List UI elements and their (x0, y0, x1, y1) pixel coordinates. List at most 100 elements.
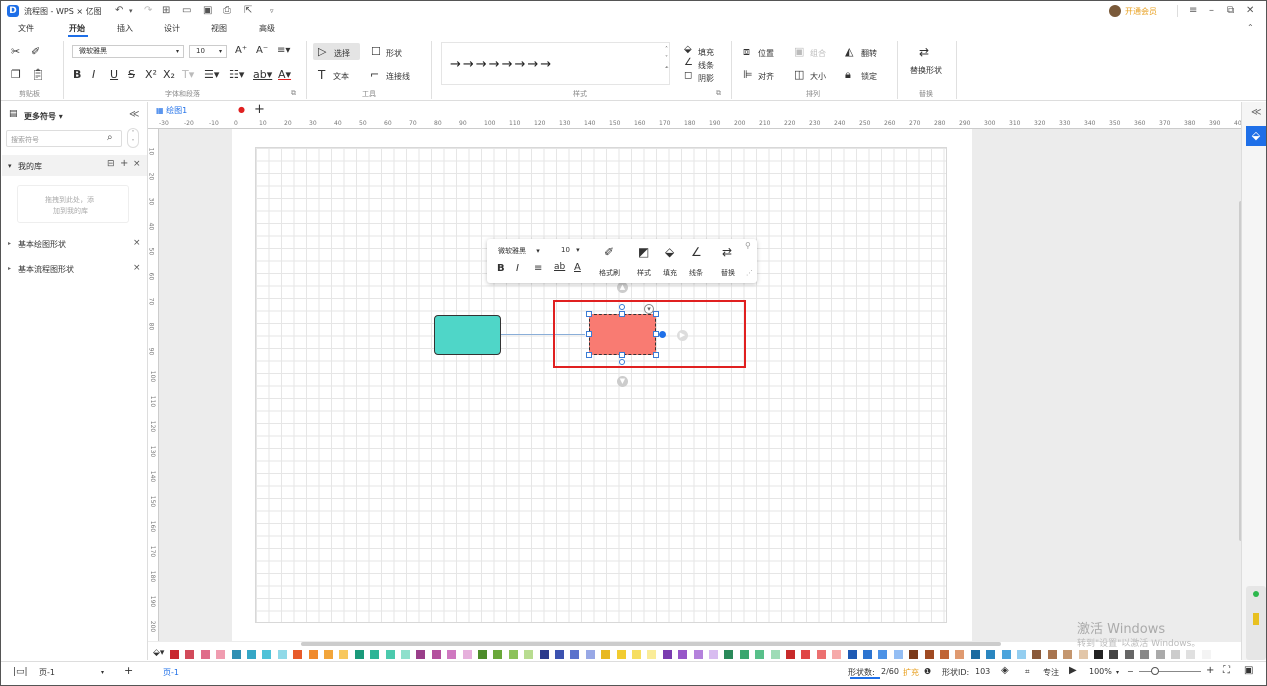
red-rectangle-shape[interactable] (589, 314, 656, 355)
horizontal-scrollbar[interactable] (301, 642, 1001, 646)
color-swatch[interactable] (339, 650, 349, 659)
color-swatch[interactable] (277, 650, 287, 659)
resize-handle[interactable] (586, 331, 592, 337)
font-name-select[interactable]: 微软雅黑 ▾ (72, 45, 184, 58)
menu-home[interactable]: 开始 (69, 23, 85, 34)
format-painter-icon[interactable]: ✐ (31, 45, 40, 58)
strikethrough-icon[interactable]: S (128, 68, 135, 81)
color-swatch[interactable] (909, 650, 919, 659)
italic-icon[interactable]: I (92, 68, 95, 81)
collapse-ribbon-icon[interactable]: ⌃ (1247, 23, 1254, 32)
color-swatch[interactable] (662, 650, 672, 659)
color-swatch[interactable] (1186, 650, 1196, 659)
color-swatch[interactable] (170, 650, 179, 659)
open-icon[interactable]: ▭ (182, 5, 191, 16)
color-swatch[interactable] (508, 650, 518, 659)
color-swatch[interactable] (1140, 650, 1150, 659)
resize-handle[interactable] (653, 352, 659, 358)
page-tab[interactable]: 页-1 (163, 667, 179, 678)
gallery-scroll-icon[interactable]: ˄ ˅ ⩡ (665, 45, 668, 72)
fullscreen-icon[interactable]: ▣ (1244, 665, 1253, 676)
align-icon[interactable]: ≡▾ (277, 45, 290, 56)
font-size-select[interactable]: 10 ▾ (189, 45, 227, 58)
drawing-grid[interactable] (255, 147, 947, 623)
color-swatch[interactable] (216, 650, 226, 659)
arrow-up-icon[interactable]: ▲ (617, 282, 628, 293)
bullet-list-icon[interactable]: ☷▾ (229, 68, 244, 81)
color-swatch[interactable] (539, 650, 549, 659)
pin-icon[interactable]: ⚲ (745, 241, 751, 250)
color-swatch[interactable] (755, 650, 765, 659)
color-swatch[interactable] (632, 650, 641, 659)
color-swatch[interactable] (1063, 650, 1073, 659)
export-icon[interactable]: ⇱ (244, 5, 252, 16)
color-swatch[interactable] (200, 650, 210, 659)
undo-icon[interactable]: ↶ (115, 5, 123, 16)
more-icon[interactable]: ⋰ (746, 269, 753, 277)
color-swatch[interactable] (293, 650, 303, 659)
fill-button[interactable]: 填充 (698, 47, 714, 58)
color-swatch[interactable] (724, 650, 734, 659)
connection-point[interactable] (659, 331, 666, 338)
color-swatch[interactable] (478, 650, 487, 659)
color-swatch[interactable] (370, 650, 380, 659)
color-swatch[interactable] (585, 650, 595, 659)
align-button[interactable]: 对齐 (758, 71, 774, 82)
position-button[interactable]: 位置 (758, 48, 774, 59)
color-swatch[interactable] (1201, 650, 1211, 659)
color-swatch[interactable] (401, 650, 410, 659)
format-painter-icon[interactable]: ✐ (604, 245, 614, 259)
search-icon[interactable]: ⌕ (107, 132, 113, 143)
color-swatch[interactable] (1109, 650, 1119, 659)
color-swatch[interactable] (1001, 650, 1011, 659)
color-swatch[interactable] (847, 650, 857, 659)
add-page-icon[interactable]: + (124, 664, 133, 677)
select-button[interactable]: 选择 (334, 48, 350, 59)
collapse-sidebar-icon[interactable]: ≪ (129, 109, 139, 120)
color-swatch[interactable] (893, 650, 903, 659)
line-icon[interactable]: ∠ (691, 245, 702, 259)
color-swatch[interactable] (416, 650, 426, 659)
line-style-arrows[interactable]: →→→→→→→→ (450, 57, 553, 72)
arrow-right-icon[interactable]: ▶ (677, 330, 688, 341)
underline-icon[interactable]: U (110, 68, 118, 81)
color-swatch[interactable] (878, 650, 888, 659)
line-button[interactable]: 线条 (698, 60, 714, 71)
highlight-icon[interactable]: ab▾ (253, 68, 272, 81)
zoom-in-icon[interactable]: + (1206, 665, 1214, 676)
color-swatch[interactable] (385, 650, 395, 659)
color-swatch[interactable] (770, 650, 780, 659)
font-grow-icon[interactable]: A⁺ (235, 45, 247, 56)
color-swatch[interactable] (601, 650, 611, 659)
line-spacing-icon[interactable]: ☰▾ (204, 68, 219, 81)
menu-advanced[interactable]: 高级 (259, 23, 275, 34)
minimize-icon[interactable]: – (1209, 5, 1214, 16)
info-icon[interactable]: ❶ (924, 667, 931, 676)
add-icon[interactable]: + (120, 158, 128, 169)
size-button[interactable]: 大小 (810, 71, 826, 82)
flip-button[interactable]: 翻转 (861, 48, 877, 59)
save-icon[interactable]: ▣ (203, 5, 212, 16)
color-swatch[interactable] (524, 650, 534, 659)
menu-file[interactable]: 文件 (18, 23, 34, 34)
color-swatch[interactable] (678, 650, 688, 659)
paste-icon[interactable]: 📋︎ (31, 68, 45, 81)
color-swatch[interactable] (986, 650, 996, 659)
arrow-down-icon[interactable]: ▼ (617, 376, 628, 387)
color-swatch[interactable] (709, 650, 718, 659)
color-swatch[interactable] (647, 650, 657, 659)
color-swatch[interactable] (1124, 650, 1134, 659)
undo-dropdown-icon[interactable]: ▾ (129, 7, 133, 15)
superscript-icon[interactable]: X² (145, 68, 157, 81)
color-swatch[interactable] (262, 650, 272, 659)
no-fill-icon[interactable]: ⬙▾ (153, 648, 164, 658)
resize-handle[interactable] (619, 352, 625, 358)
color-swatch[interactable] (801, 650, 811, 659)
color-swatch[interactable] (308, 650, 318, 659)
resize-handle[interactable] (586, 352, 592, 358)
color-swatch[interactable] (924, 650, 934, 659)
copy-icon[interactable]: ❐ (11, 68, 21, 81)
sidebar-item-basic-flowchart[interactable]: 基本流程图形状 (18, 264, 74, 275)
color-swatch[interactable] (1017, 650, 1026, 659)
restore-icon[interactable]: ⧉ (1227, 5, 1234, 16)
